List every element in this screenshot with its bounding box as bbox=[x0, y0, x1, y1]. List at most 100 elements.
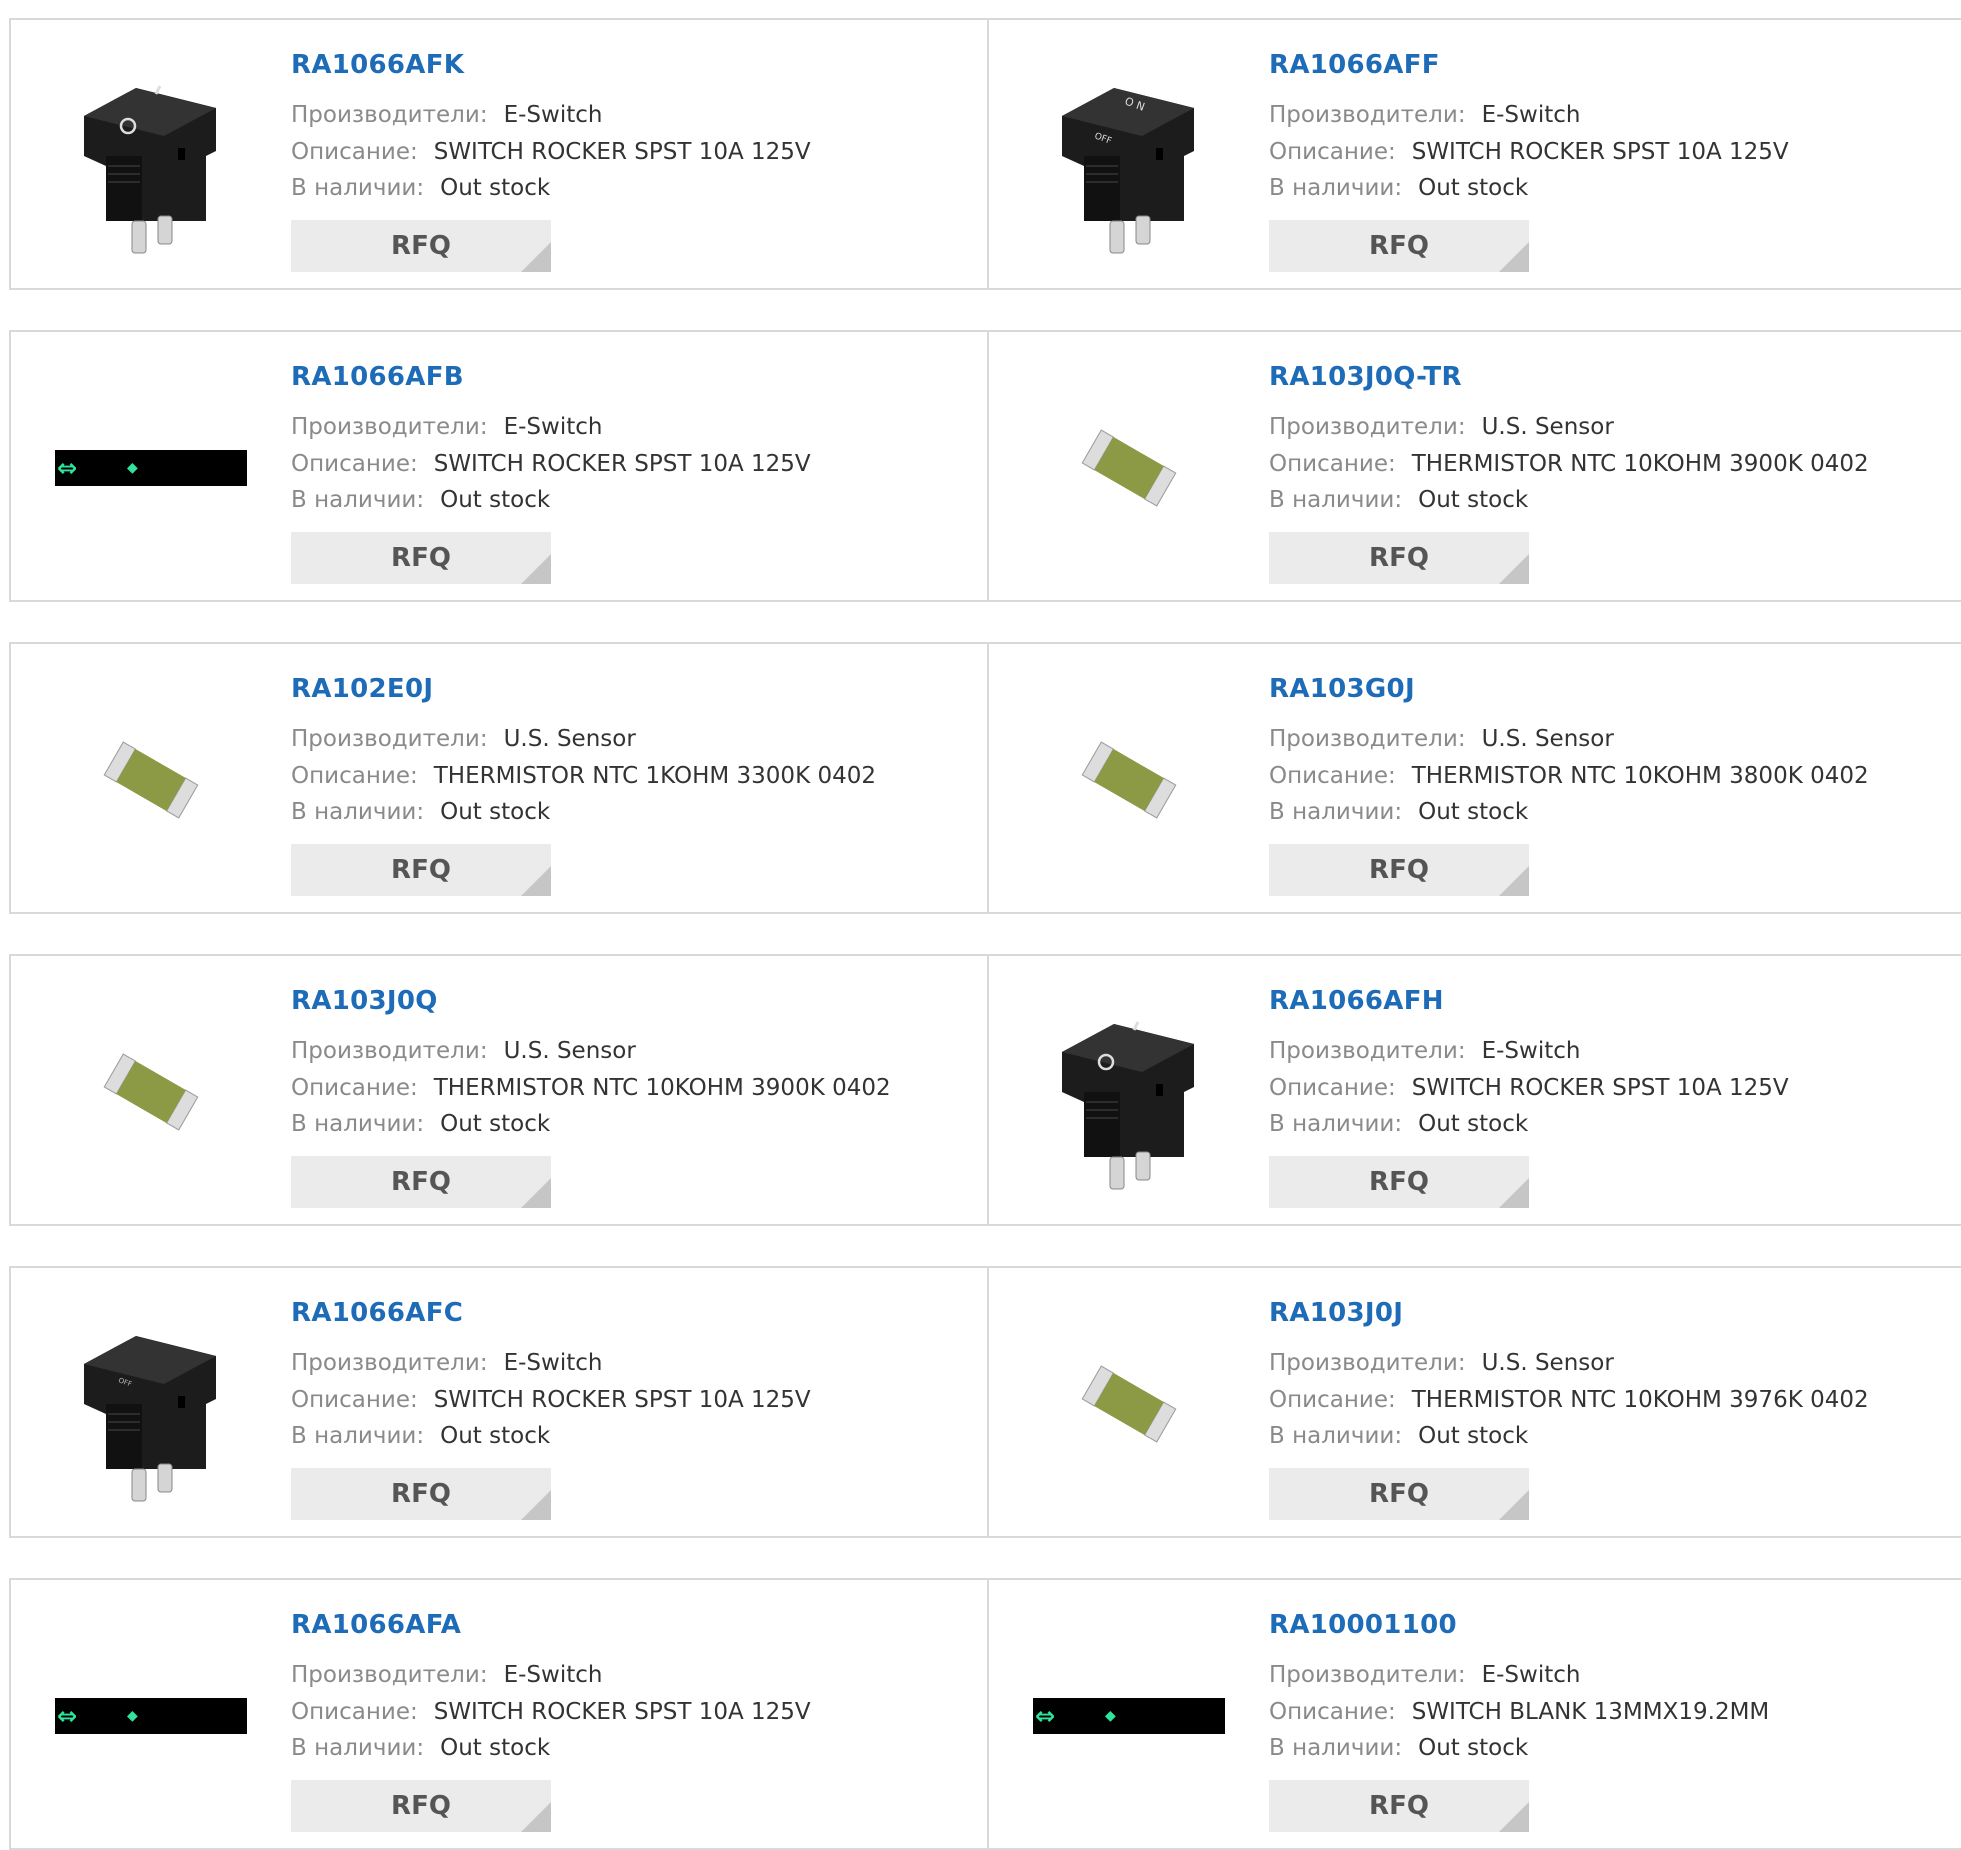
stock-line: В наличии: Out stock bbox=[1269, 1111, 1528, 1137]
product-card: ⇔ ◆ RA10001100 Производители: E-Switch Описан… bbox=[989, 1580, 1961, 1848]
product-row: ⇔ ◆ RA1066AFA Производители: E-Switch Описани… bbox=[9, 1578, 1961, 1850]
manufacturer-label: Производители: bbox=[291, 414, 488, 440]
product-image[interactable]: O N OFF bbox=[1029, 56, 1229, 256]
manufacturer-label: Производители: bbox=[291, 1662, 488, 1688]
product-part-link[interactable]: RA1066AFC bbox=[291, 1298, 463, 1328]
rfq-label: RFQ bbox=[391, 855, 451, 885]
description-line: Описание: THERMISTOR NTC 1KOHM 3300K 0402 bbox=[291, 763, 876, 789]
stock-value: Out stock bbox=[440, 1735, 551, 1761]
manufacturer-label: Производители: bbox=[1269, 1662, 1466, 1688]
rfq-button[interactable]: RFQ bbox=[1269, 1468, 1529, 1520]
stock-value: Out stock bbox=[1418, 487, 1529, 513]
product-part-link[interactable]: RA103J0J bbox=[1269, 1298, 1403, 1328]
product-part-link[interactable]: RA1066AFF bbox=[1269, 50, 1440, 80]
rfq-button[interactable]: RFQ bbox=[291, 532, 551, 584]
product-row: RA1066AFK Производители: E-Switch Описание:… bbox=[9, 18, 1961, 290]
stock-label: В наличии: bbox=[291, 487, 425, 513]
rfq-button[interactable]: RFQ bbox=[1269, 1156, 1529, 1208]
manufacturer-line: Производители: E-Switch bbox=[291, 1662, 602, 1688]
product-part-link[interactable]: RA1066AFH bbox=[1269, 986, 1444, 1016]
rfq-label: RFQ bbox=[391, 543, 451, 573]
description-label: Описание: bbox=[291, 1075, 418, 1101]
product-image[interactable]: ⇔ ◆ bbox=[51, 1616, 251, 1816]
product-card: RA102E0J Производители: U.S. Sensor Описани… bbox=[11, 644, 987, 912]
rfq-button[interactable]: RFQ bbox=[291, 1156, 551, 1208]
product-part-link[interactable]: RA10001100 bbox=[1269, 1610, 1457, 1640]
product-part-link[interactable]: RA103J0Q bbox=[291, 986, 438, 1016]
manufacturer-value: U.S. Sensor bbox=[1481, 1350, 1614, 1376]
product-image[interactable] bbox=[1029, 992, 1229, 1192]
stock-line: В наличии: Out stock bbox=[291, 487, 550, 513]
description-value: THERMISTOR NTC 10KOHM 3976K 0402 bbox=[1411, 1387, 1869, 1413]
stock-value: Out stock bbox=[1418, 175, 1529, 201]
product-image[interactable] bbox=[51, 680, 251, 880]
product-part-link[interactable]: RA102E0J bbox=[291, 674, 433, 704]
product-image[interactable] bbox=[1029, 680, 1229, 880]
product-part-link[interactable]: RA1066AFK bbox=[291, 50, 464, 80]
stock-line: В наличии: Out stock bbox=[291, 1735, 550, 1761]
product-row: ⇔ ◆ RA1066AFB Производители: E-Switch Описани… bbox=[9, 330, 1961, 602]
manufacturer-line: Производители: U.S. Sensor bbox=[291, 1038, 636, 1064]
product-image[interactable] bbox=[1029, 368, 1229, 568]
stock-value: Out stock bbox=[1418, 1735, 1529, 1761]
stock-line: В наличии: Out stock bbox=[291, 1111, 550, 1137]
description-line: Описание: SWITCH ROCKER SPST 10A 125V bbox=[291, 451, 811, 477]
description-label: Описание: bbox=[291, 1699, 418, 1725]
description-line: Описание: SWITCH ROCKER SPST 10A 125V bbox=[1269, 1075, 1789, 1101]
rfq-corner-decoration bbox=[1499, 1490, 1529, 1520]
rfq-button[interactable]: RFQ bbox=[1269, 844, 1529, 896]
rfq-corner-decoration bbox=[1499, 242, 1529, 272]
product-image[interactable]: OFF bbox=[51, 1304, 251, 1504]
product-card: O N OFF RA1066AFF Производители: E-Switch Опи… bbox=[989, 20, 1961, 288]
description-value: SWITCH ROCKER SPST 10A 125V bbox=[433, 139, 811, 165]
rfq-label: RFQ bbox=[1369, 1167, 1429, 1197]
rfq-corner-decoration bbox=[1499, 1802, 1529, 1832]
product-image[interactable] bbox=[51, 56, 251, 256]
product-image[interactable] bbox=[1029, 1304, 1229, 1504]
product-card: RA103J0Q Производители: U.S. Sensor Описани… bbox=[11, 956, 987, 1224]
rfq-button[interactable]: RFQ bbox=[1269, 532, 1529, 584]
product-image[interactable]: ⇔ ◆ bbox=[51, 368, 251, 568]
product-card: OFF RA1066AFC Производители: E-Switch Описан… bbox=[11, 1268, 987, 1536]
manufacturer-value: E-Switch bbox=[1481, 1038, 1581, 1064]
description-value: SWITCH ROCKER SPST 10A 125V bbox=[433, 451, 811, 477]
rfq-button[interactable]: RFQ bbox=[1269, 1780, 1529, 1832]
manufacturer-value: U.S. Sensor bbox=[1481, 726, 1614, 752]
manufacturer-value: E-Switch bbox=[1481, 1662, 1581, 1688]
product-part-link[interactable]: RA103G0J bbox=[1269, 674, 1415, 704]
rfq-corner-decoration bbox=[1499, 866, 1529, 896]
product-image[interactable]: ⇔ ◆ bbox=[1029, 1616, 1229, 1816]
stock-value: Out stock bbox=[1418, 799, 1529, 825]
description-label: Описание: bbox=[1269, 139, 1396, 165]
product-row: RA103J0Q Производители: U.S. Sensor Описани… bbox=[9, 954, 1961, 1226]
manufacturer-line: Производители: E-Switch bbox=[1269, 102, 1580, 128]
stock-line: В наличии: Out stock bbox=[291, 799, 550, 825]
rfq-corner-decoration bbox=[1499, 1178, 1529, 1208]
description-line: Описание: THERMISTOR NTC 10KOHM 3976K 040… bbox=[1269, 1387, 1869, 1413]
product-part-link[interactable]: RA1066AFB bbox=[291, 362, 464, 392]
description-line: Описание: THERMISTOR NTC 10KOHM 3900K 040… bbox=[1269, 451, 1869, 477]
rfq-button[interactable]: RFQ bbox=[291, 1780, 551, 1832]
manufacturer-line: Производители: U.S. Sensor bbox=[1269, 726, 1614, 752]
rfq-button[interactable]: RFQ bbox=[291, 844, 551, 896]
rfq-button[interactable]: RFQ bbox=[291, 220, 551, 272]
product-part-link[interactable]: RA103J0Q-TR bbox=[1269, 362, 1462, 392]
manufacturer-label: Производители: bbox=[1269, 726, 1466, 752]
manufacturer-line: Производители: U.S. Sensor bbox=[291, 726, 636, 752]
description-value: THERMISTOR NTC 1KOHM 3300K 0402 bbox=[433, 763, 876, 789]
product-card: RA1066AFK Производители: E-Switch Описание:… bbox=[11, 20, 987, 288]
rfq-button[interactable]: RFQ bbox=[291, 1468, 551, 1520]
stock-line: В наличии: Out stock bbox=[1269, 799, 1528, 825]
stock-label: В наличии: bbox=[291, 1423, 425, 1449]
product-image[interactable] bbox=[51, 992, 251, 1192]
manufacturer-value: E-Switch bbox=[503, 414, 603, 440]
description-value: THERMISTOR NTC 10KOHM 3800K 0402 bbox=[1411, 763, 1869, 789]
stock-line: В наличии: Out stock bbox=[1269, 1423, 1528, 1449]
stock-label: В наличии: bbox=[291, 1111, 425, 1137]
rfq-label: RFQ bbox=[1369, 855, 1429, 885]
rfq-button[interactable]: RFQ bbox=[1269, 220, 1529, 272]
description-line: Описание: SWITCH BLANK 13MMX19.2MM bbox=[1269, 1699, 1769, 1725]
rfq-corner-decoration bbox=[1499, 554, 1529, 584]
rfq-corner-decoration bbox=[521, 866, 551, 896]
product-part-link[interactable]: RA1066AFA bbox=[291, 1610, 461, 1640]
